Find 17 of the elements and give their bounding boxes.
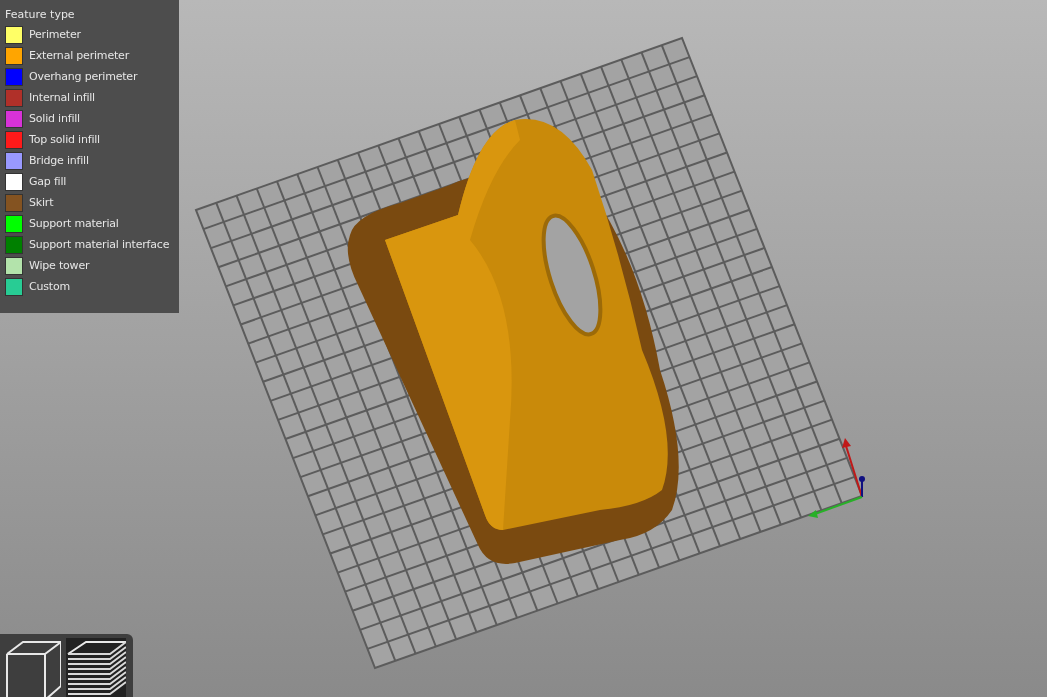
legend-label: Support material interface	[29, 238, 170, 251]
legend-label: Internal infill	[29, 91, 95, 104]
legend-label: Overhang perimeter	[29, 70, 138, 83]
legend-label: Wipe tower	[29, 259, 90, 272]
preview-button[interactable]	[66, 638, 126, 697]
legend-label: Perimeter	[29, 28, 81, 41]
legend-label: Solid infill	[29, 112, 80, 125]
cube-icon	[3, 638, 61, 697]
legend-label: Top solid infill	[29, 133, 100, 146]
legend-label: Custom	[29, 280, 70, 293]
legend-label: Skirt	[29, 196, 54, 209]
layers-icon	[66, 638, 126, 697]
legend-label: Gap fill	[29, 175, 67, 188]
legend-title: Feature type	[5, 8, 76, 21]
legend-label: External perimeter	[29, 49, 129, 62]
legend-label: Support material	[29, 217, 119, 230]
legend-label: Bridge infill	[29, 154, 89, 167]
